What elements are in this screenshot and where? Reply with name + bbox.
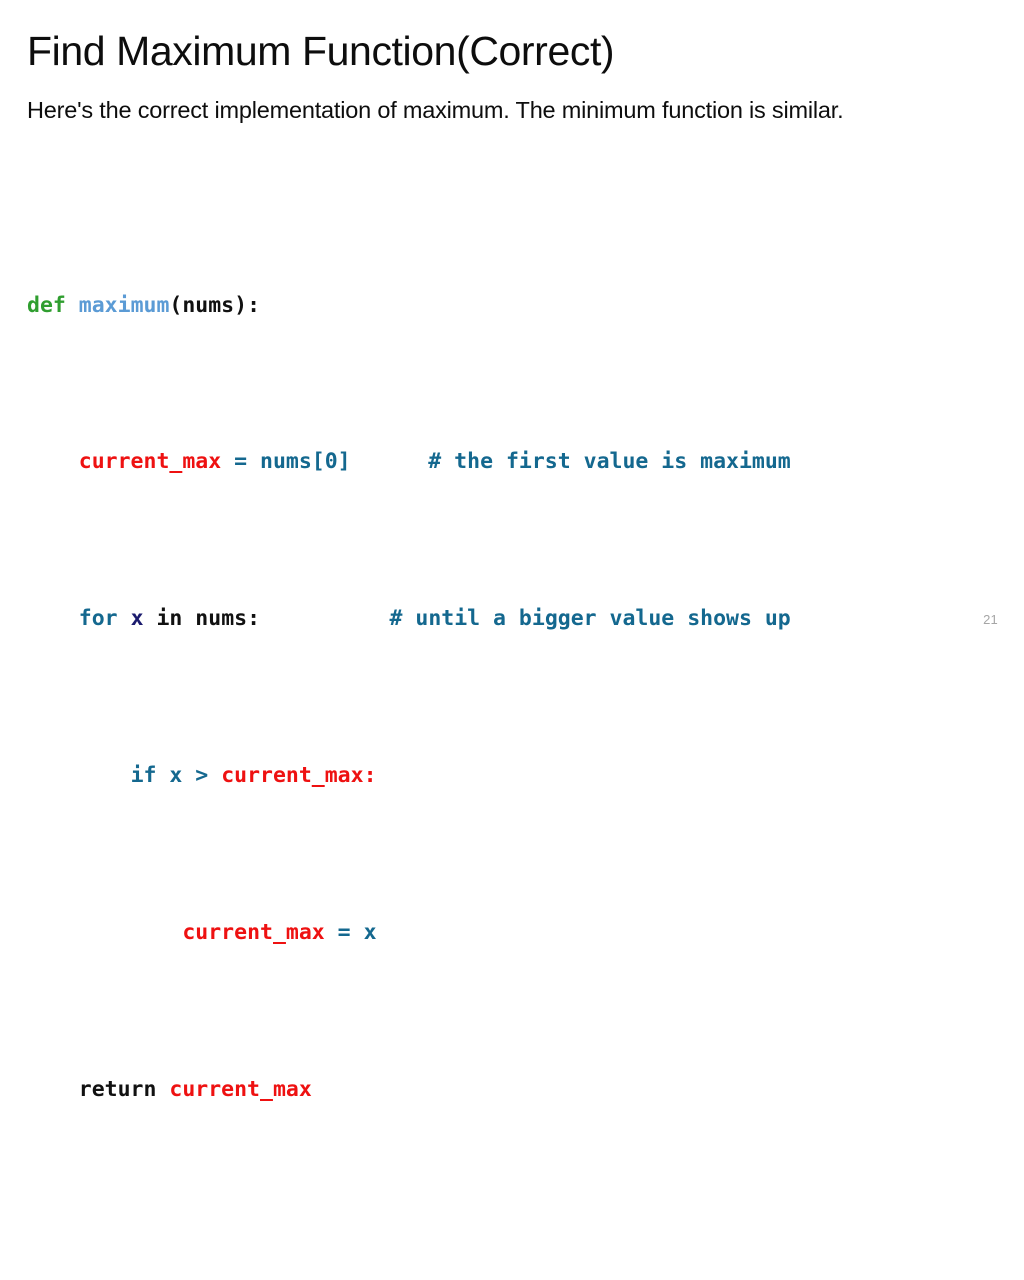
expression-nums-index: nums[0] (260, 449, 351, 475)
keyword-in: in (143, 606, 183, 632)
code-line-update-current-max: current_max = x (27, 913, 997, 952)
function-name-maximum: maximum (65, 292, 170, 318)
page-title: Find Maximum Function(Correct) (27, 28, 615, 74)
variable-current-max: current_max: (221, 763, 377, 788)
code-line-if-condition: if x > current_max: (27, 756, 997, 795)
condition-expression: x > (156, 763, 222, 788)
page-number: 21 (983, 612, 998, 627)
keyword-if: if (130, 763, 157, 788)
keyword-def: def (27, 292, 66, 318)
variable-current-max: current_max (182, 919, 325, 945)
loop-variable-x: x (117, 606, 144, 632)
code-line-def: def maximum(nums): (27, 286, 997, 325)
assign-operator: = (221, 449, 261, 475)
variable-current-max: current_max (169, 1076, 312, 1102)
comment-first-value: # the first value is maximum (428, 449, 791, 475)
keyword-for: for (78, 606, 118, 632)
code-line-for-loop: for x in nums: # until a bigger value sh… (27, 599, 997, 638)
function-params: (nums): (169, 292, 261, 318)
slide-subtitle: Here's the correct implementation of max… (27, 97, 844, 123)
slide-canvas: Find Maximum Function(Correct) Here's th… (0, 0, 1024, 1102)
assign-x: = x (324, 919, 377, 945)
keyword-return: return (78, 1076, 170, 1102)
comment-until-bigger: # until a bigger value shows up (389, 606, 791, 632)
code-line-init-current-max: current_max = nums[0] # the first value … (27, 442, 997, 481)
variable-current-max: current_max (78, 449, 222, 475)
code-block: def maximum(nums): current_max = nums[0]… (27, 168, 997, 1280)
iterable-nums: nums: (182, 606, 261, 632)
code-line-return: return current_max (27, 1070, 997, 1109)
